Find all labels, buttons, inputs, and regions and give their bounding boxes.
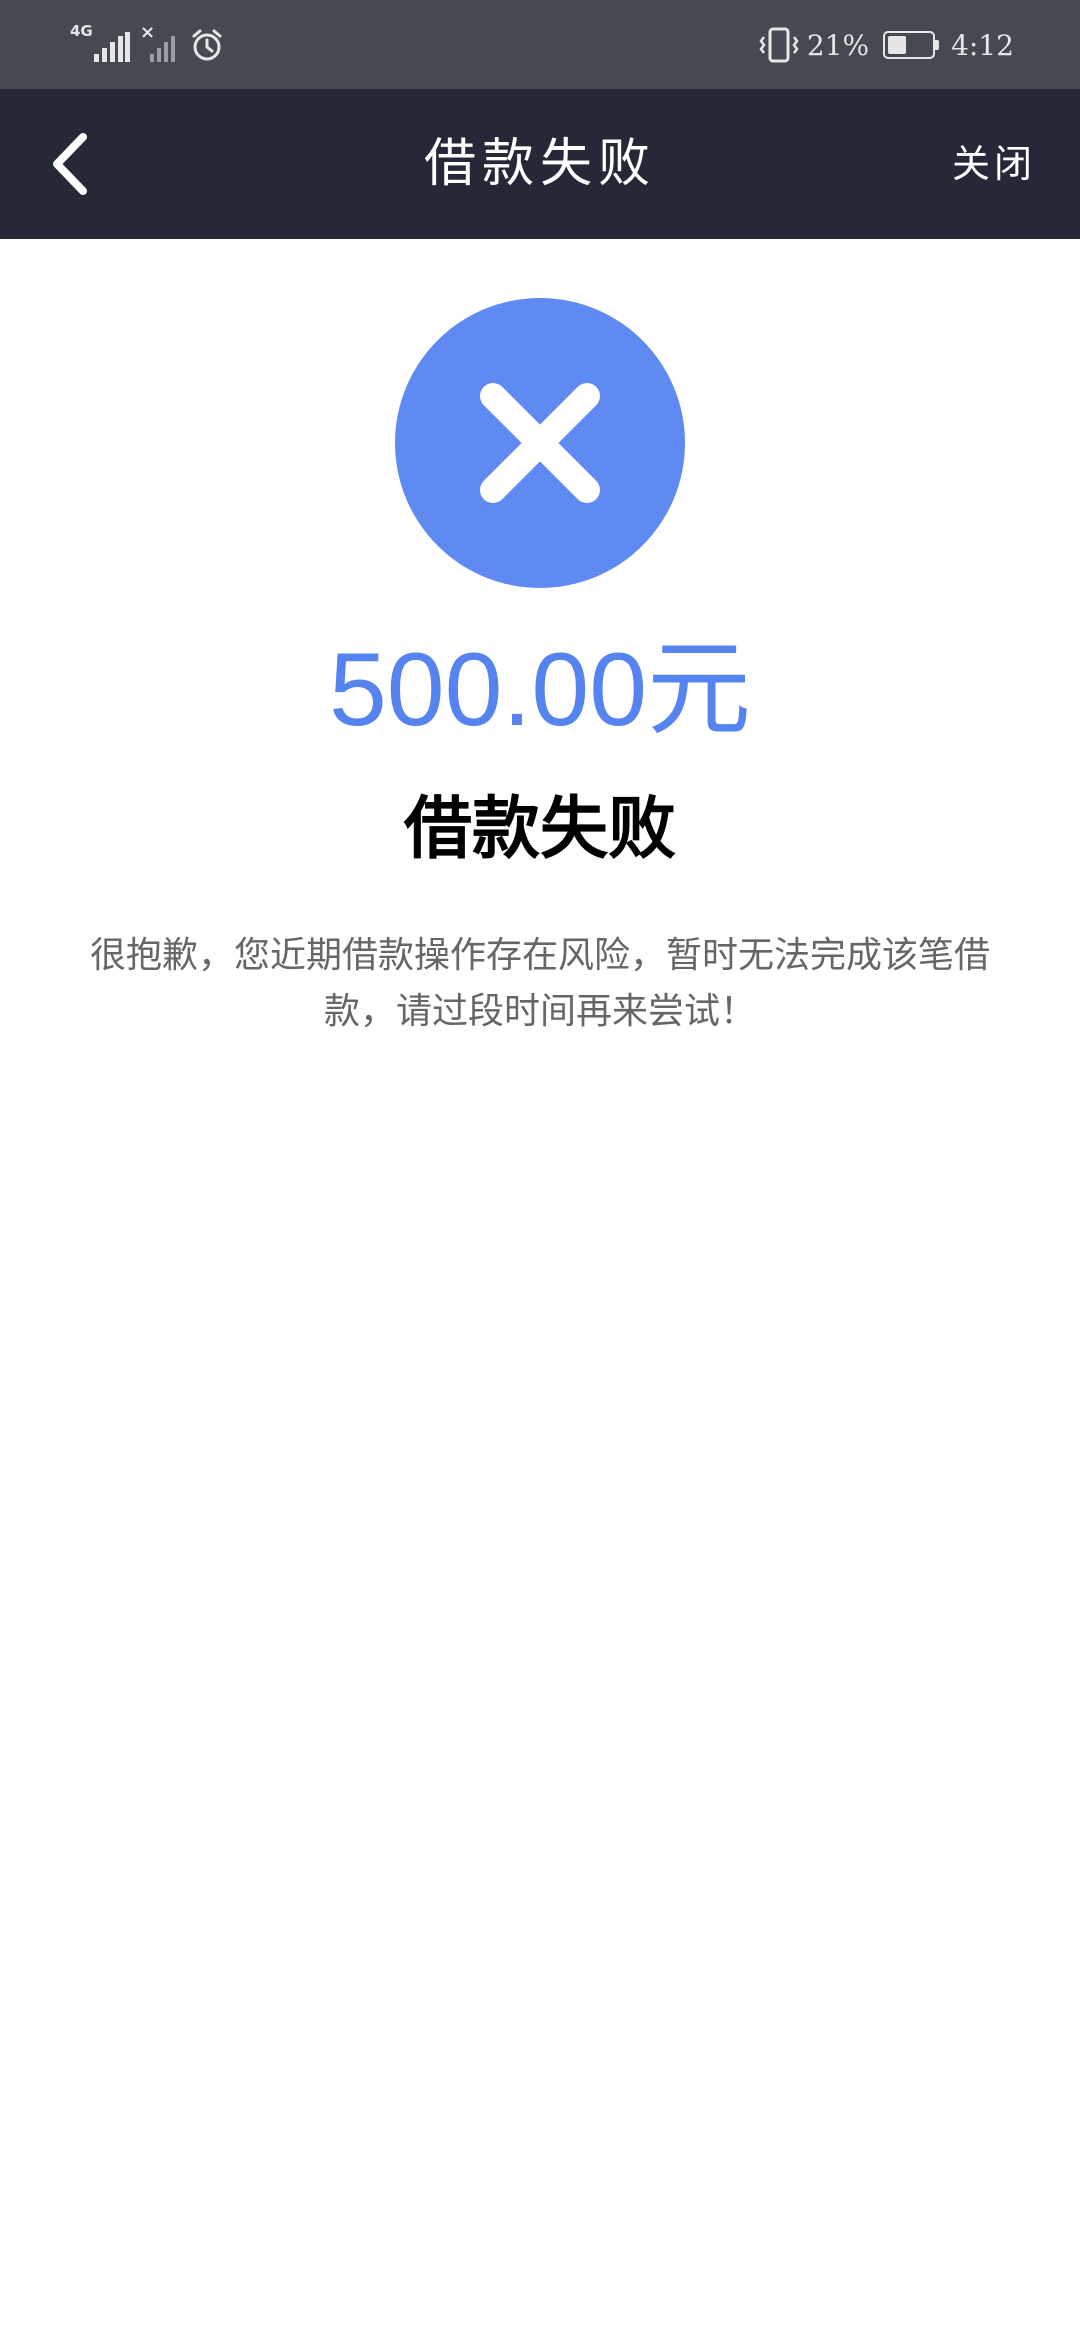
status-bar-left: 4G × — [70, 24, 224, 64]
network-type-label: 4G — [70, 22, 93, 40]
signal-icon: 4G — [70, 24, 130, 64]
vibrate-icon — [759, 27, 799, 63]
close-circle-icon — [395, 298, 685, 588]
chevron-left-icon — [53, 133, 87, 195]
battery-percent: 21% — [806, 28, 870, 62]
status-bar: 4G × 21% 4:12 — [0, 0, 1080, 89]
alarm-icon — [192, 29, 222, 61]
status-bar-right: 21% 4:12 — [759, 26, 1014, 64]
result-title: 借款失败 — [403, 790, 676, 869]
back-button[interactable] — [30, 124, 110, 204]
nav-bar: 借款失败 关闭 — [0, 89, 1080, 239]
result-message: 很抱歉，您近期借款操作存在风险，暂时无法完成该笔借款，请过段时间再来尝试！ — [89, 935, 990, 1032]
close-button[interactable]: 关闭 — [952, 89, 1036, 239]
battery-icon — [883, 31, 940, 59]
no-signal-icon: × — [140, 24, 180, 64]
clock: 4:12 — [951, 28, 1014, 62]
page-title: 借款失败 — [423, 134, 656, 194]
loan-amount: 500.00元 — [328, 632, 752, 748]
